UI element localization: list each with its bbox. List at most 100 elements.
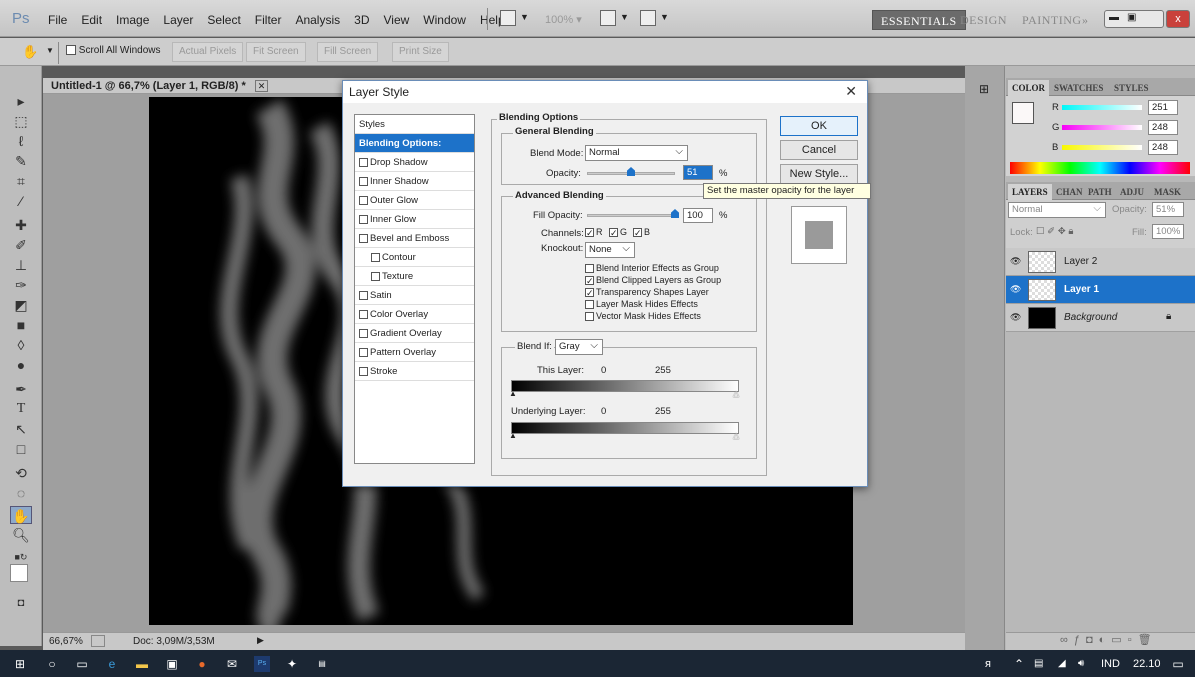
color-ramp[interactable] (1010, 162, 1190, 174)
store-icon[interactable]: ▣ (164, 656, 180, 672)
opacity-input[interactable]: 51 (683, 165, 713, 180)
history-brush-tool-icon[interactable]: ✑ (10, 276, 32, 294)
quick-select-tool-icon[interactable]: ✎ (10, 152, 32, 170)
checkbox[interactable] (359, 233, 368, 243)
tab-styles[interactable]: STYLES (1110, 80, 1153, 96)
checkbox[interactable] (359, 328, 368, 338)
blur-tool-icon[interactable]: ◊ (10, 336, 32, 354)
blending-options-item[interactable]: Blending Options: Custom (355, 134, 474, 168)
menu-edit[interactable]: Edit (81, 13, 102, 27)
mail-icon[interactable]: ✉ (224, 656, 240, 672)
eye-icon[interactable]: 👁︎ (1010, 256, 1022, 266)
close-icon[interactable]: x (1166, 10, 1190, 28)
task-view-icon[interactable]: ▭ (74, 656, 90, 672)
checkbox[interactable] (585, 288, 594, 298)
mask-icon[interactable]: ◘ (1086, 634, 1099, 646)
menu-window[interactable]: Window (423, 13, 466, 27)
fill-opacity-input[interactable]: 100 (683, 208, 713, 223)
texture-item[interactable]: Texture (355, 267, 474, 286)
marquee-tool-icon[interactable]: ⬚ (10, 112, 32, 130)
clock[interactable]: 22.10 (1133, 656, 1161, 672)
minimize-icon[interactable]: ▬ (1109, 12, 1119, 23)
close-icon[interactable]: ✕ (254, 80, 269, 92)
ok-button[interactable]: OK (780, 116, 858, 136)
g-slider[interactable] (1062, 125, 1142, 130)
workspace-design[interactable]: DESIGN (952, 10, 1015, 30)
eyedropper-tool-icon[interactable]: ⁄ (10, 192, 32, 210)
new-layer-icon[interactable]: ▫ (1128, 634, 1138, 646)
maximize-icon[interactable]: ▣ (1127, 12, 1136, 23)
status-menu-arrow-icon[interactable]: ▶ (257, 635, 264, 646)
checkbox[interactable] (359, 195, 368, 205)
g-value[interactable]: 248 (1148, 120, 1178, 135)
input-language[interactable]: IND (1101, 656, 1120, 672)
tab-paths[interactable]: PATH (1084, 184, 1116, 200)
adjustment-layer-icon[interactable]: ◐ (1099, 634, 1112, 646)
checkbox[interactable] (371, 271, 380, 281)
chevron-down-icon[interactable]: ▼ (520, 12, 529, 22)
channel-b[interactable]: B (633, 227, 650, 238)
arrange-documents-icon[interactable] (640, 10, 656, 26)
shape-tool-icon[interactable]: □ (10, 440, 32, 458)
quick-mask-icon[interactable]: ◘ (10, 594, 32, 612)
new-style-button[interactable]: New Style... (780, 164, 858, 184)
knockout-select[interactable]: None (585, 242, 635, 258)
edge-icon[interactable]: e (104, 656, 120, 672)
layer-name[interactable]: Layer 2 (1064, 256, 1097, 267)
checkbox[interactable] (359, 176, 368, 186)
view-extras-icon[interactable] (600, 10, 616, 26)
launch-bridge-icon[interactable] (500, 10, 516, 26)
link-layers-icon[interactable]: ∞ (1060, 634, 1074, 646)
scroll-all-windows-option[interactable]: Scroll All Windows (66, 45, 160, 56)
wifi-icon[interactable]: ◢ (1058, 656, 1066, 672)
checkbox[interactable] (585, 264, 594, 274)
inner-shadow-item[interactable]: Inner Shadow (355, 172, 474, 191)
checkbox[interactable] (359, 157, 368, 167)
volume-icon[interactable]: 🔊︎ (1078, 656, 1084, 672)
workspace-more-icon[interactable]: » (1074, 10, 1097, 30)
eye-icon[interactable]: 👁︎ (1010, 284, 1022, 294)
foreground-swatch[interactable] (1012, 102, 1034, 124)
new-group-icon[interactable]: ▭ (1111, 634, 1127, 646)
color-overlay-item[interactable]: Color Overlay (355, 305, 474, 324)
outer-glow-item[interactable]: Outer Glow (355, 191, 474, 210)
chevron-down-icon[interactable]: ▼ (660, 12, 669, 22)
transparency-shapes-option[interactable]: Transparency Shapes Layer (585, 287, 709, 298)
drop-shadow-item[interactable]: Drop Shadow (355, 153, 474, 172)
crop-tool-icon[interactable]: ⌗ (10, 172, 32, 190)
menu-analysis[interactable]: Analysis (295, 13, 340, 27)
checkbox[interactable] (359, 366, 368, 376)
checkbox[interactable] (585, 228, 594, 238)
r-slider[interactable] (1062, 105, 1142, 110)
app-icon[interactable]: ▤ (314, 656, 330, 672)
chevron-down-icon[interactable]: ▼ (46, 46, 54, 55)
clone-stamp-tool-icon[interactable]: ⊥ (10, 256, 32, 274)
menu-image[interactable]: Image (116, 13, 149, 27)
pen-tool-icon[interactable]: ✒ (10, 380, 32, 398)
eye-icon[interactable]: 👁︎ (1010, 312, 1022, 322)
layer-row-layer-1[interactable]: 👁︎ Layer 1 (1006, 276, 1195, 304)
tab-color[interactable]: COLOR (1008, 80, 1050, 96)
network-icon[interactable]: ▤ (1034, 656, 1043, 672)
tab-channels[interactable]: CHAN (1052, 184, 1087, 200)
eraser-tool-icon[interactable]: ◩ (10, 296, 32, 314)
checkbox[interactable] (609, 228, 618, 238)
checkbox[interactable] (585, 312, 594, 322)
move-tool-icon[interactable]: ▸ (10, 92, 32, 110)
menu-select[interactable]: Select (207, 13, 240, 27)
print-size-button[interactable]: Print Size (392, 42, 449, 62)
channel-g[interactable]: G (609, 227, 627, 238)
scroll-all-checkbox[interactable] (66, 45, 76, 56)
pattern-overlay-item[interactable]: Pattern Overlay (355, 343, 474, 362)
history-panel-icon[interactable]: ⊞ (979, 82, 989, 96)
fill-opacity-slider[interactable] (587, 214, 675, 217)
this-layer-black-slider[interactable]: ▲ (509, 389, 517, 398)
foreground-color-swatch[interactable] (10, 564, 28, 582)
3d-orbit-tool-icon[interactable]: ◌ (10, 484, 32, 502)
dodge-tool-icon[interactable]: ● (10, 356, 32, 374)
contour-item[interactable]: Contour (355, 248, 474, 267)
bevel-emboss-item[interactable]: Bevel and Emboss (355, 229, 474, 248)
chevron-up-icon[interactable]: ⌃ (1014, 656, 1024, 672)
3d-rotate-tool-icon[interactable]: ⟲ (10, 464, 32, 482)
channel-r[interactable]: R (585, 227, 603, 238)
